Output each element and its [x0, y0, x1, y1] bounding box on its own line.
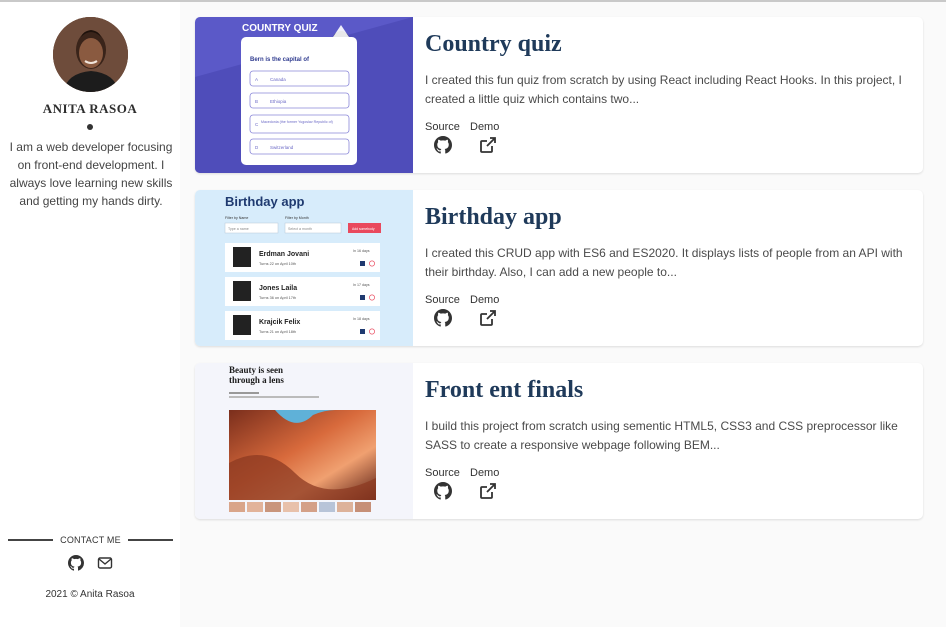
source-link[interactable]: Source: [425, 467, 460, 500]
svg-text:Jones Laila: Jones Laila: [259, 285, 297, 292]
quiz-preview-question: Bern is the capital of: [250, 57, 310, 63]
finals-preview-heading-line2: through a lens: [229, 375, 284, 385]
source-link[interactable]: Source: [425, 121, 460, 154]
profile-name: ANITA RASOA: [42, 101, 138, 116]
contact-rule-right: [127, 539, 173, 541]
divider-dot: [87, 124, 93, 130]
external-link-icon[interactable]: [479, 309, 497, 327]
project-description: I build this project from scratch using …: [425, 419, 898, 452]
project-description: I created this CRUD app with ES6 and ES2…: [425, 246, 903, 279]
project-card-body: Birthday app I created this CRUD app wit…: [425, 190, 913, 346]
contact-rule-left: [8, 539, 53, 541]
svg-text:Select a month: Select a month: [288, 227, 312, 231]
svg-text:Canada: Canada: [270, 77, 286, 82]
svg-text:In 17 days: In 17 days: [353, 283, 370, 287]
demo-link[interactable]: Demo: [470, 121, 499, 154]
demo-label: Demo: [470, 467, 500, 479]
demo-label: Demo: [470, 294, 500, 306]
github-icon[interactable]: [67, 555, 84, 571]
source-label: Source: [425, 294, 460, 306]
person-row: Krajcik Felix Turns 21 on April 18th In …: [225, 311, 380, 340]
contact-links: [0, 555, 180, 571]
avatar: [53, 17, 128, 92]
mail-icon[interactable]: [97, 555, 113, 571]
project-card: Beauty is seen through a lens Front ent …: [195, 363, 923, 519]
project-title: Country quiz: [425, 31, 562, 57]
svg-text:Filter by Name: Filter by Name: [225, 216, 248, 220]
svg-text:Switzerland: Switzerland: [270, 145, 294, 150]
source-label: Source: [425, 467, 460, 479]
svg-text:A: A: [255, 77, 258, 82]
svg-text:Type a name: Type a name: [228, 227, 249, 231]
demo-link[interactable]: Demo: [470, 294, 499, 327]
contact-label: CONTACT ME: [60, 535, 121, 545]
profile-bio: I am a web developer focusing on front-e…: [9, 140, 173, 208]
github-icon[interactable]: [434, 482, 452, 500]
person-row: Erdman Jovani Turns 22 on April 10th In …: [225, 243, 380, 272]
svg-text:Macedonia (the former Yugoslav: Macedonia (the former Yugoslav Republic …: [261, 120, 333, 124]
finals-preview-heading-line1: Beauty is seen: [229, 365, 283, 375]
project-card: COUNTRY QUIZ Bern is the capital of A Ca…: [195, 17, 923, 173]
project-thumbnail-country-quiz[interactable]: COUNTRY QUIZ Bern is the capital of A Ca…: [195, 17, 413, 173]
source-link[interactable]: Source: [425, 294, 460, 327]
svg-text:Turns 36 on April 17th: Turns 36 on April 17th: [259, 296, 296, 300]
birthday-preview-heading: Birthday app: [225, 194, 305, 209]
svg-text:Filter by Month: Filter by Month: [285, 216, 309, 220]
project-card-body: Front ent finals I build this project fr…: [425, 363, 913, 519]
svg-text:Erdman Jovani: Erdman Jovani: [259, 251, 309, 258]
external-link-icon[interactable]: [479, 482, 497, 500]
project-card: Birthday app Filter by Name Filter by Mo…: [195, 190, 923, 346]
demo-label: Demo: [470, 121, 500, 133]
svg-text:Krajcik Felix: Krajcik Felix: [259, 319, 300, 326]
svg-text:In 16 days: In 16 days: [353, 249, 370, 253]
project-thumbnail-birthday-app[interactable]: Birthday app Filter by Name Filter by Mo…: [195, 190, 413, 346]
copyright: 2021 © Anita Rasoa: [45, 589, 135, 600]
github-icon[interactable]: [434, 136, 452, 154]
source-label: Source: [425, 121, 460, 133]
contact-heading: CONTACT ME: [8, 533, 173, 547]
github-icon[interactable]: [434, 309, 452, 327]
svg-text:In 18 days: In 18 days: [353, 317, 370, 321]
svg-text:Ethiopia: Ethiopia: [270, 99, 287, 104]
project-description: I created this fun quiz from scratch by …: [425, 73, 902, 106]
demo-link[interactable]: Demo: [470, 467, 499, 500]
sidebar: ANITA RASOA I am a web developer focusin…: [0, 2, 180, 627]
svg-text:Add somebody: Add somebody: [352, 227, 375, 231]
person-row: Jones Laila Turns 36 on April 17th In 17…: [225, 277, 380, 306]
svg-text:Turns 22 on April 10th: Turns 22 on April 10th: [259, 262, 296, 266]
project-title: Front ent finals: [425, 377, 584, 403]
quiz-preview-heading: COUNTRY QUIZ: [242, 23, 318, 34]
svg-text:B: B: [255, 99, 258, 104]
project-card-body: Country quiz I created this fun quiz fro…: [425, 17, 913, 173]
project-thumbnail-front-end-finals[interactable]: Beauty is seen through a lens: [195, 363, 413, 519]
external-link-icon[interactable]: [479, 136, 497, 154]
svg-text:Turns 21 on April 18th: Turns 21 on April 18th: [259, 330, 296, 334]
project-title: Birthday app: [425, 204, 562, 230]
